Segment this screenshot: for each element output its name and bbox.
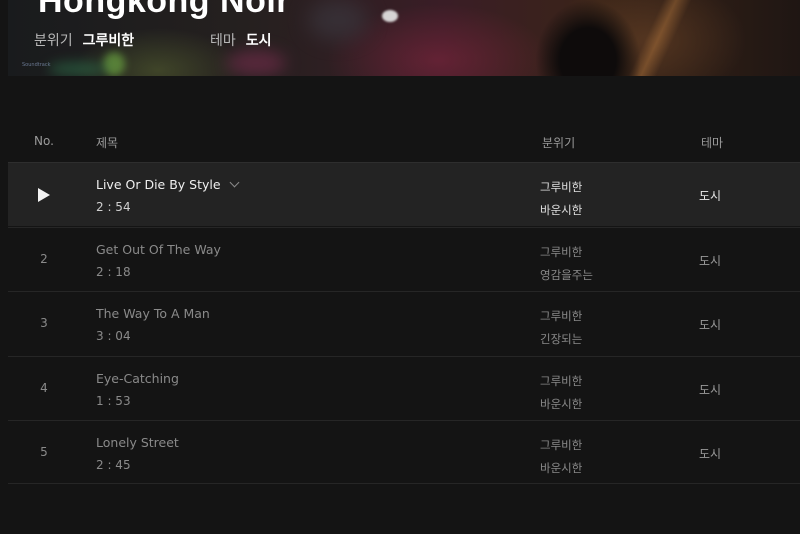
theme-tag-value: 도시 xyxy=(245,33,272,49)
track-mood: 그루비한 바운시한 xyxy=(540,434,582,480)
track-title[interactable]: Get Out Of The Way xyxy=(96,242,221,257)
album-title: Hongkong Noir xyxy=(38,0,291,20)
track-title[interactable]: Lonely Street xyxy=(96,435,179,450)
mood-tag-key: 분위기 xyxy=(34,33,73,49)
track-mood: 그루비한 바운시한 xyxy=(540,176,582,222)
mood-tag-value: 그루비한 xyxy=(82,33,135,49)
track-theme: 도시 xyxy=(699,383,722,397)
track-mood-primary: 그루비한 xyxy=(540,245,583,259)
track-mood-secondary: 바운시한 xyxy=(540,461,583,475)
track-number: 4 xyxy=(40,381,48,395)
playlist-page: Hongkong Noir 분위기 그루비한 테마 도시 Soundtrack No… xyxy=(0,0,800,534)
track-title[interactable]: Eye-Catching xyxy=(96,371,179,386)
track-duration: 1 : 53 xyxy=(96,394,131,408)
banner-silhouette xyxy=(508,0,678,76)
track-mood-secondary: 바운시한 xyxy=(540,397,583,411)
track-duration: 2 : 45 xyxy=(96,458,131,472)
track-row[interactable]: 3 The Way To A Man 3 : 04 그루비한 긴장되는 도시 xyxy=(8,291,800,355)
track-duration: 2 : 54 xyxy=(96,200,131,214)
track-duration: 2 : 18 xyxy=(96,265,131,279)
banner-light xyxy=(48,62,108,76)
track-row[interactable]: 4 Eye-Catching 1 : 53 그루비한 바운시한 도시 xyxy=(8,356,800,420)
theme-tag[interactable]: 테마 도시 xyxy=(210,30,272,50)
track-mood-primary: 그루비한 xyxy=(540,180,583,194)
banner-credit: Soundtrack xyxy=(22,62,51,68)
banner-light xyxy=(382,10,398,22)
track-mood: 그루비한 바운시한 xyxy=(540,370,582,416)
header-title: 제목 xyxy=(96,136,119,150)
track-number: 2 xyxy=(40,252,48,266)
album-banner: Hongkong Noir 분위기 그루비한 테마 도시 Soundtrack xyxy=(8,0,800,76)
banner-light xyxy=(226,50,286,76)
mood-tag[interactable]: 분위기 그루비한 xyxy=(34,30,134,50)
track-theme: 도시 xyxy=(699,254,722,268)
track-mood-primary: 그루비한 xyxy=(540,374,583,388)
track-theme: 도시 xyxy=(699,318,722,332)
track-row[interactable]: Live Or Die By Style 2 : 54 그루비한 바운시한 도시 xyxy=(8,162,800,226)
track-number: 3 xyxy=(40,316,48,330)
track-mood: 그루비한 영감을주는 xyxy=(540,241,593,287)
track-mood-primary: 그루비한 xyxy=(540,438,583,452)
header-no: No. xyxy=(34,134,54,148)
track-mood-secondary: 긴장되는 xyxy=(540,332,583,346)
track-mood: 그루비한 긴장되는 xyxy=(540,305,582,351)
banner-light xyxy=(103,52,125,76)
header-theme: 테마 xyxy=(701,136,724,150)
track-title-cell[interactable]: Live Or Die By Style xyxy=(96,177,240,192)
track-title[interactable]: The Way To A Man xyxy=(96,306,210,321)
theme-tag-key: 테마 xyxy=(210,33,236,49)
track-row[interactable]: 2 Get Out Of The Way 2 : 18 그루비한 영감을주는 도… xyxy=(8,227,800,291)
track-mood-primary: 그루비한 xyxy=(540,309,583,323)
track-number: 5 xyxy=(40,445,48,459)
header-mood: 분위기 xyxy=(542,136,576,150)
track-theme: 도시 xyxy=(699,447,722,461)
chevron-down-icon[interactable] xyxy=(229,177,240,188)
banner-light xyxy=(308,0,368,40)
play-icon[interactable] xyxy=(38,188,50,202)
track-duration: 3 : 04 xyxy=(96,329,131,343)
track-mood-secondary: 영감을주는 xyxy=(540,268,593,282)
track-table-header: No. 제목 분위기 테마 xyxy=(0,126,800,156)
track-mood-secondary: 바운시한 xyxy=(540,203,583,217)
track-row[interactable]: 5 Lonely Street 2 : 45 그루비한 바운시한 도시 xyxy=(8,420,800,484)
track-title: Live Or Die By Style xyxy=(96,177,221,192)
track-theme: 도시 xyxy=(699,189,722,203)
